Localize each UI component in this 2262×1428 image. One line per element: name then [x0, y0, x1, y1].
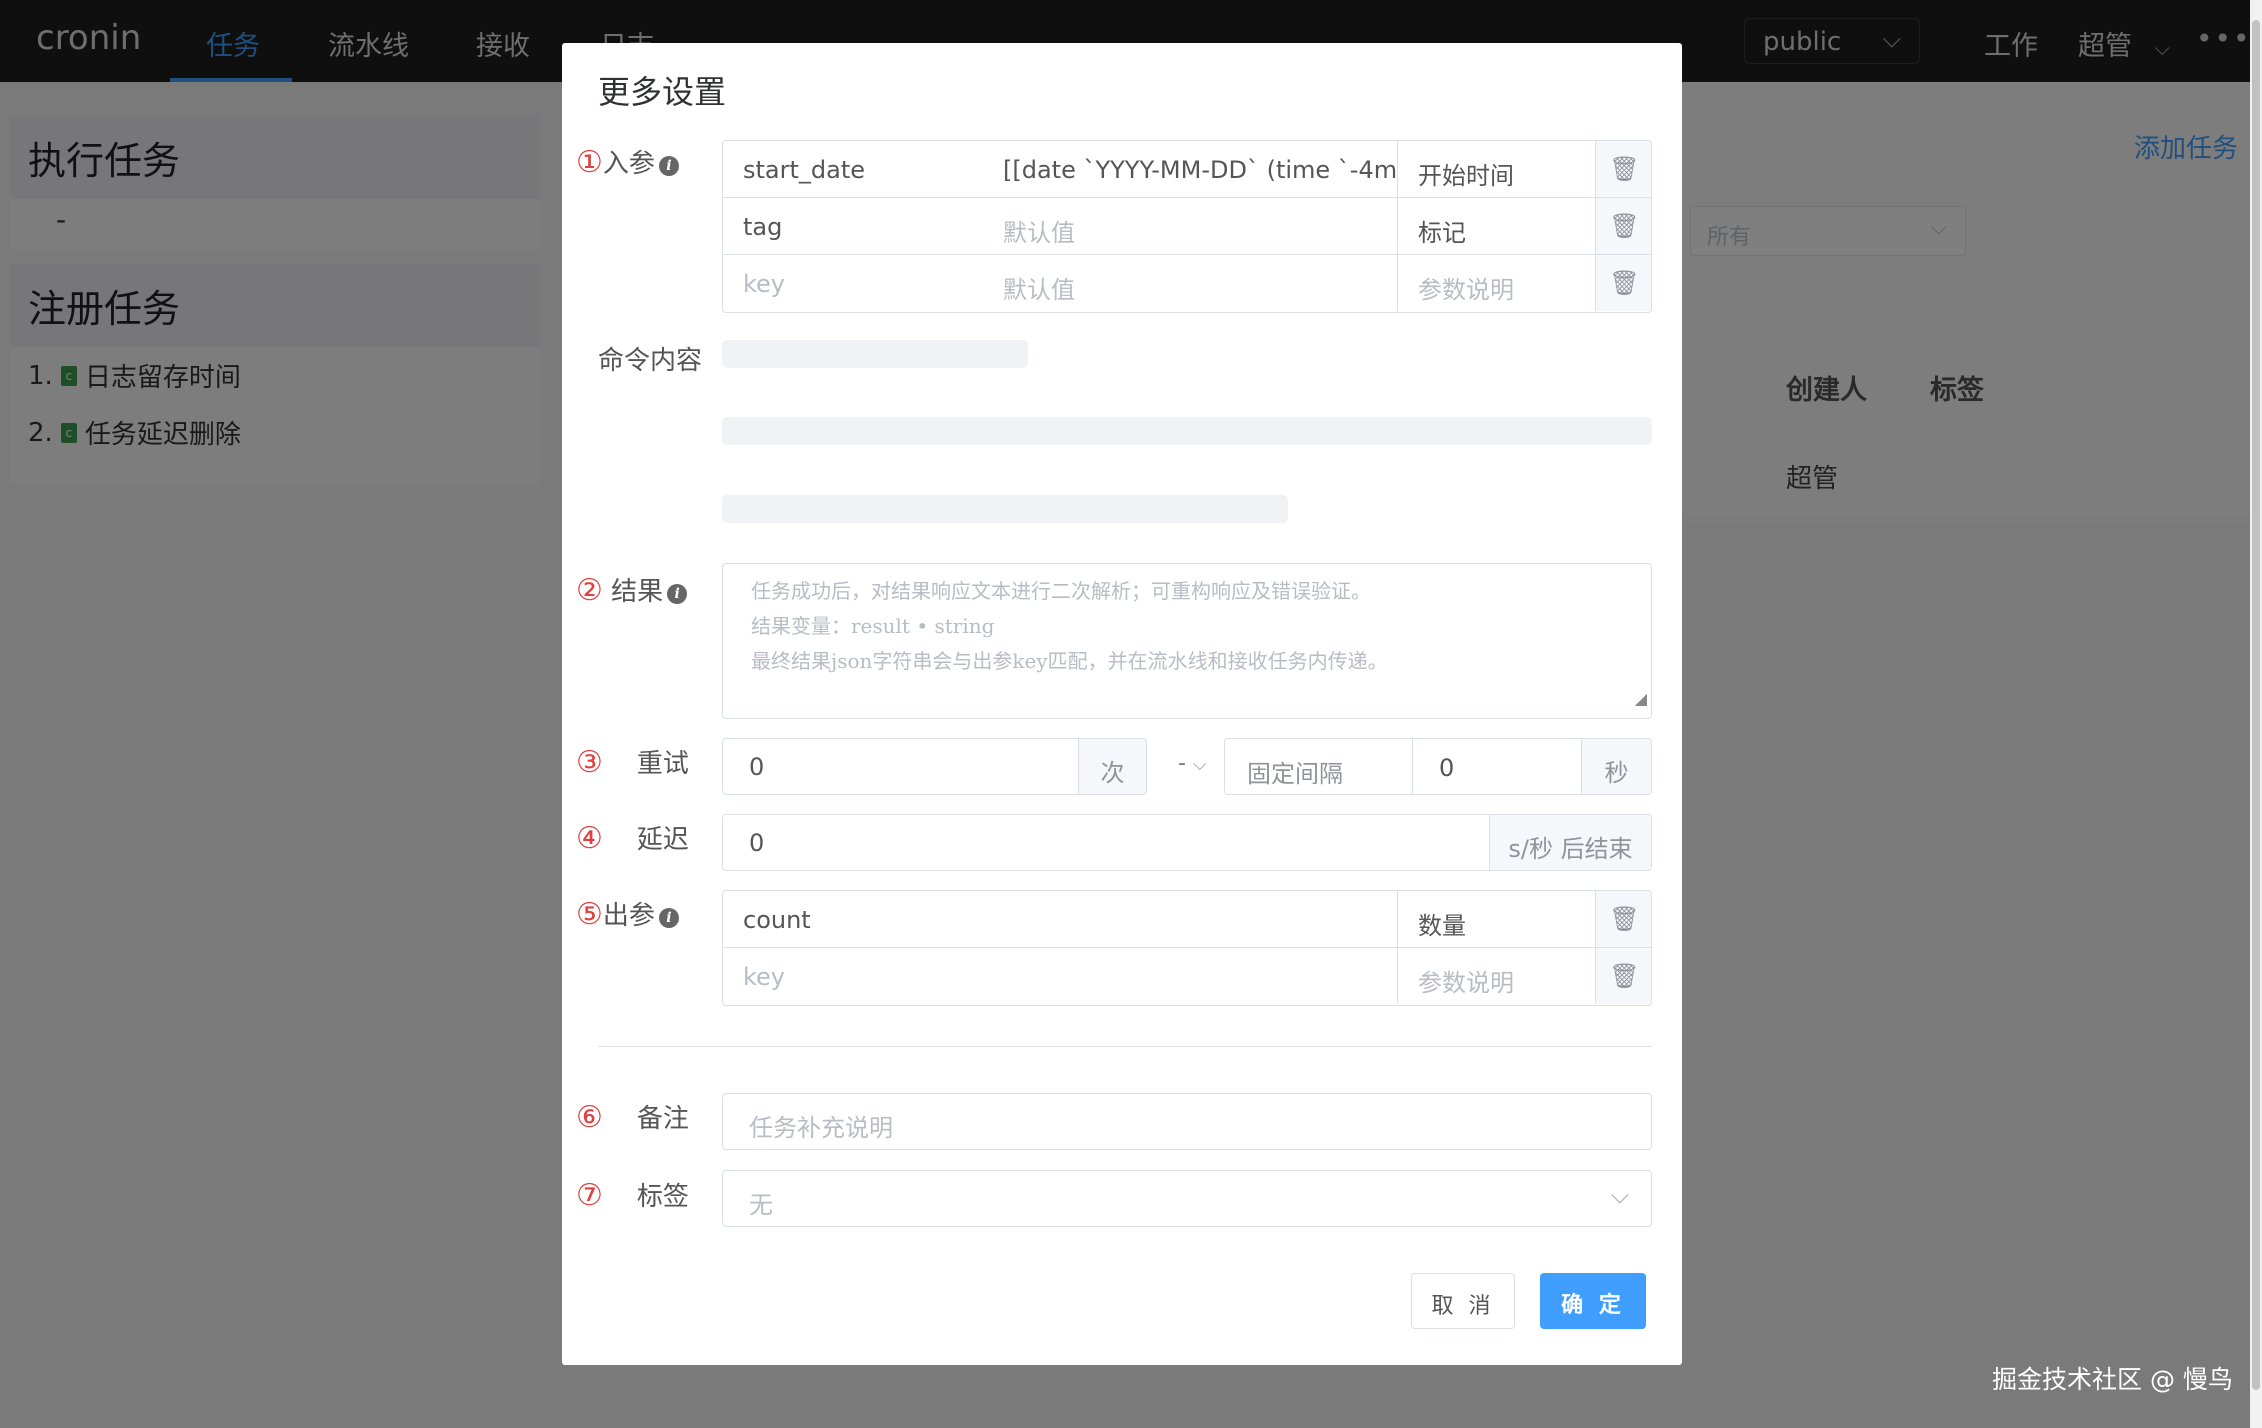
param-desc-input[interactable]: 标记 — [1397, 198, 1595, 254]
command-skeleton-line — [722, 340, 1028, 368]
info-icon[interactable]: i — [658, 156, 679, 176]
retry-mode-dropdown[interactable]: - ⌵ — [1178, 751, 1207, 776]
command-skeleton-line — [722, 417, 1652, 445]
table-row: key 默认值 参数说明 🗑 — [723, 255, 1651, 312]
trash-icon[interactable]: 🗑 — [1595, 255, 1651, 311]
retry-interval-unit: 秒 — [1581, 739, 1651, 794]
watermark: 掘金技术社区 @ 慢鸟 — [1992, 1365, 2233, 1394]
remark-input[interactable]: 任务补充说明 — [722, 1093, 1652, 1150]
param-default-input[interactable]: 默认值 — [993, 255, 1397, 311]
remark-label: ⑥ 备注 — [576, 1098, 689, 1135]
chevron-down-icon: ⌵ — [1610, 1181, 1629, 1209]
retry-interval-input[interactable]: 0 — [1413, 739, 1581, 794]
param-desc-input[interactable]: 参数说明 — [1397, 255, 1595, 311]
more-settings-dialog: 更多设置 ①入参 i start_date [[date `YYYY-MM-DD`… — [562, 43, 1682, 1365]
param-default-input[interactable]: 默认值 — [993, 198, 1397, 254]
step-number: ⑥ — [576, 1100, 603, 1135]
output-key-input[interactable]: count — [723, 891, 1397, 947]
table-row: start_date [[date `YYYY-MM-DD` (time `-4… — [723, 141, 1651, 198]
retry-count-input[interactable]: 0 次 — [722, 738, 1147, 795]
trash-icon[interactable]: 🗑 — [1595, 141, 1651, 197]
scrollbar-thumb[interactable] — [2252, 20, 2260, 1390]
param-key-input[interactable]: tag — [723, 198, 993, 254]
delay-input[interactable]: 0 s/秒 后结束 — [722, 814, 1652, 871]
trash-icon[interactable]: 🗑 — [1595, 198, 1651, 254]
result-textarea[interactable]: 任务成功后，对结果响应文本进行二次解析；可重构响应及错误验证。 结果变量：res… — [722, 563, 1652, 719]
tags-label: ⑦ 标签 — [576, 1176, 689, 1213]
section-divider — [598, 1046, 1652, 1047]
step-number: ③ — [576, 745, 603, 780]
confirm-button[interactable]: 确 定 — [1540, 1273, 1646, 1329]
result-placeholder-line: 最终结果json字符串会与出参key匹配，并在流水线和接收任务内传递。 — [751, 649, 1388, 673]
outputs-label: ⑤出参 i — [576, 895, 679, 932]
info-icon[interactable]: i — [667, 584, 688, 604]
retry-count-unit: 次 — [1078, 739, 1146, 794]
step-number: ② — [576, 573, 603, 608]
retry-label: ③ 重试 — [576, 743, 689, 780]
params-label-text: 入参 — [602, 149, 655, 179]
result-label: ② 结果 i — [576, 571, 688, 608]
resize-handle-icon[interactable]: ◢ — [1635, 681, 1647, 716]
table-row: count 数量 🗑 — [723, 891, 1651, 948]
param-default-input[interactable]: [[date `YYYY-MM-DD` (time `-4m`)]] — [993, 141, 1397, 197]
outputs-label-text: 出参 — [602, 901, 655, 931]
tags-select[interactable]: 无 ⌵ — [722, 1170, 1652, 1227]
outputs-table: count 数量 🗑 key 参数说明 🗑 — [722, 890, 1652, 1006]
step-number: ④ — [576, 821, 603, 856]
tags-label-text: 标签 — [636, 1182, 689, 1212]
params-table: start_date [[date `YYYY-MM-DD` (time `-4… — [722, 140, 1652, 313]
trash-icon[interactable]: 🗑 — [1595, 948, 1651, 1004]
params-label: ①入参 i — [576, 143, 679, 180]
table-row: tag 默认值 标记 🗑 — [723, 198, 1651, 255]
delay-unit: s/秒 后结束 — [1489, 815, 1651, 870]
table-row: key 参数说明 🗑 — [723, 948, 1651, 1005]
step-number: ⑤ — [576, 897, 603, 932]
info-icon[interactable]: i — [658, 908, 679, 928]
retry-mode-dash: - — [1178, 751, 1186, 776]
output-desc-input[interactable]: 参数说明 — [1397, 948, 1595, 1004]
delay-label: ④ 延迟 — [576, 819, 689, 856]
result-placeholder-line: 任务成功后，对结果响应文本进行二次解析；可重构响应及错误验证。 — [751, 579, 1371, 603]
remark-label-text: 备注 — [636, 1104, 689, 1134]
delay-value: 0 — [749, 829, 765, 857]
result-placeholder-line: 结果变量：result • string — [751, 614, 995, 638]
page-scrollbar[interactable] — [2250, 0, 2262, 1428]
param-key-input[interactable]: key — [723, 255, 993, 311]
command-label: 命令内容 — [598, 346, 703, 376]
dialog-title: 更多设置 — [598, 73, 727, 111]
tags-select-value: 无 — [749, 1191, 773, 1219]
output-key-input[interactable]: key — [723, 948, 1397, 1004]
step-number: ① — [576, 145, 603, 180]
retry-interval-group: 固定间隔 0 秒 — [1224, 738, 1652, 795]
command-skeleton-line — [722, 495, 1288, 523]
retry-label-text: 重试 — [636, 749, 689, 779]
cancel-button[interactable]: 取 消 — [1411, 1273, 1515, 1329]
delay-label-text: 延迟 — [636, 825, 689, 855]
retry-mode-select[interactable]: 固定间隔 — [1225, 739, 1413, 794]
output-desc-input[interactable]: 数量 — [1397, 891, 1595, 947]
result-label-text: 结果 — [611, 577, 664, 607]
retry-count-value: 0 — [749, 753, 765, 781]
trash-icon[interactable]: 🗑 — [1595, 891, 1651, 947]
param-key-input[interactable]: start_date — [723, 141, 993, 197]
param-desc-input[interactable]: 开始时间 — [1397, 141, 1595, 197]
chevron-down-icon: ⌵ — [1192, 754, 1207, 775]
step-number: ⑦ — [576, 1178, 603, 1213]
